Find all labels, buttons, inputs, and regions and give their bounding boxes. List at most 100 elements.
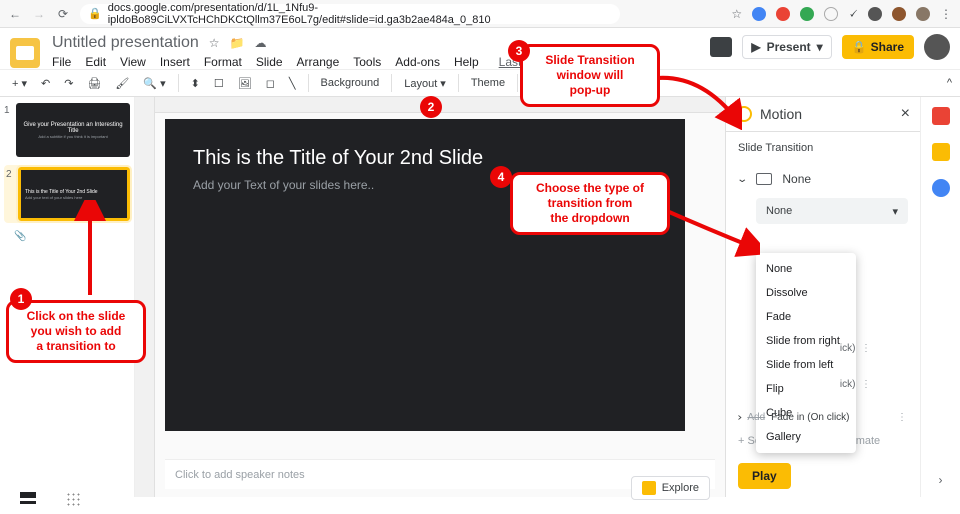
image-tool[interactable]: 🖼 — [234, 75, 256, 92]
ext-5[interactable]: 🗸 — [848, 5, 858, 22]
redo-button[interactable]: ↷ — [60, 75, 77, 92]
select-tool[interactable]: ⬍ — [187, 75, 204, 92]
star-icon[interactable]: ☆ — [731, 7, 742, 21]
kebab-icon[interactable]: ⋮ — [940, 7, 952, 21]
menu-slide[interactable]: Slide — [256, 55, 283, 69]
misc-row-2: ick) ⋮ — [840, 379, 872, 390]
undo-button[interactable]: ↶ — [37, 75, 54, 92]
explore-label: Explore — [662, 482, 699, 494]
close-icon[interactable]: × — [901, 105, 910, 123]
grid-view-icon[interactable] — [66, 492, 82, 506]
chevron-down-icon: ⌄ — [736, 174, 748, 185]
workspace: 1 Give your Presentation an Interesting … — [0, 97, 960, 497]
print-button[interactable]: 🖨 — [83, 75, 105, 92]
menu-insert[interactable]: Insert — [160, 55, 190, 69]
menu-help[interactable]: Help — [454, 55, 479, 69]
background-button[interactable]: Background — [317, 75, 384, 91]
slide-rect-icon — [756, 173, 772, 185]
option-gallery[interactable]: Gallery — [756, 425, 856, 449]
play-button[interactable]: Play — [738, 463, 791, 489]
menu-view[interactable]: View — [120, 55, 146, 69]
rail-tasks-icon[interactable] — [932, 179, 950, 197]
slide-title[interactable]: This is the Title of Your 2nd Slide — [165, 119, 685, 178]
account-avatar[interactable] — [924, 34, 950, 60]
doc-title[interactable]: Untitled presentation — [52, 34, 199, 52]
present-icon: ▶ — [751, 40, 760, 54]
badge-4: 4 — [490, 166, 512, 188]
ext-2[interactable] — [776, 7, 790, 21]
url-bar[interactable]: 🔒 docs.google.com/presentation/d/1L_1Nfu… — [80, 4, 620, 24]
motion-title: Motion — [760, 106, 802, 122]
rail-calendar-icon[interactable] — [932, 107, 950, 125]
slide-canvas[interactable]: This is the Title of Your 2nd Slide Add … — [165, 119, 685, 431]
zoom-button[interactable]: 🔍 ▾ — [139, 75, 169, 92]
option-dissolve[interactable]: Dissolve — [756, 281, 856, 305]
slides-logo[interactable] — [10, 38, 40, 68]
menu-addons[interactable]: Add-ons — [395, 55, 440, 69]
explore-icon — [642, 481, 656, 495]
ext-1[interactable] — [752, 7, 766, 21]
back-icon[interactable]: ← — [8, 7, 22, 21]
option-none[interactable]: None — [756, 257, 856, 281]
ext-7[interactable] — [892, 7, 906, 21]
menu-file[interactable]: File — [52, 55, 71, 69]
explore-button[interactable]: Explore — [631, 476, 710, 500]
ruler-vertical — [135, 97, 155, 497]
doc-header: Untitled presentation ☆ 📁 ☁ File Edit Vi… — [0, 28, 960, 69]
current-transition-row[interactable]: ⌄ None — [726, 164, 920, 194]
menu-arrange[interactable]: Arrange — [297, 55, 340, 69]
ext-avatar[interactable] — [916, 7, 930, 21]
toolbar: + ▾ ↶ ↷ 🖨 🖌 🔍 ▾ ⬍ ☐ 🖼 ◻ ╲ Background Lay… — [0, 69, 960, 97]
fadein-row[interactable]: › Add Fade in (On click) ⋮ — [726, 408, 920, 427]
present-button[interactable]: ▶ Present ▾ — [742, 35, 831, 59]
star-doc-icon[interactable]: ☆ — [209, 36, 220, 50]
reload-icon[interactable]: ⟳ — [56, 7, 70, 21]
toolbar-up-icon[interactable]: ^ — [947, 77, 952, 89]
chevron-right-icon: › — [737, 412, 742, 423]
dropdown-caret-icon: ▾ — [892, 205, 898, 218]
filmstrip-view-icon[interactable] — [20, 492, 36, 504]
theme-button[interactable]: Theme — [467, 75, 509, 91]
menu-tools[interactable]: Tools — [353, 55, 381, 69]
slide-transition-heading: Slide Transition — [726, 132, 920, 164]
dropdown-selected: None — [766, 205, 792, 217]
line-tool[interactable]: ╲ — [285, 75, 300, 92]
callout-3: Slide Transition window will pop-up — [520, 44, 660, 107]
thumb-1[interactable]: 1 Give your Presentation an Interesting … — [4, 103, 130, 157]
current-transition-label: None — [782, 172, 811, 186]
ext-3[interactable] — [800, 7, 814, 21]
menu-edit[interactable]: Edit — [85, 55, 106, 69]
rail-expand-icon[interactable]: › — [939, 473, 943, 487]
share-button[interactable]: 🔒 Share — [842, 35, 914, 59]
add-label: Add — [747, 412, 765, 423]
thumb-2[interactable]: 2 This is the Title of Your 2nd Slide Ad… — [4, 165, 130, 223]
url-text: docs.google.com/presentation/d/1L_1Nfu9-… — [108, 2, 612, 26]
ext-4[interactable] — [824, 7, 838, 21]
comments-icon[interactable] — [710, 37, 732, 57]
shape-tool[interactable]: ◻ — [262, 75, 279, 92]
transition-dropdown[interactable]: None ▾ — [756, 198, 908, 224]
option-slide-left[interactable]: Slide from left — [756, 353, 856, 377]
lock-icon: 🔒 — [88, 7, 102, 20]
option-fade[interactable]: Fade — [756, 305, 856, 329]
badge-1: 1 — [10, 288, 32, 310]
rail-keep-icon[interactable] — [932, 143, 950, 161]
canvas-area: This is the Title of Your 2nd Slide Add … — [135, 97, 725, 497]
callout-1: Click on the slide you wish to add a tra… — [6, 300, 146, 363]
menu-format[interactable]: Format — [204, 55, 242, 69]
browser-chrome: ← → ⟳ 🔒 docs.google.com/presentation/d/1… — [0, 0, 960, 28]
forward-icon[interactable]: → — [32, 7, 46, 21]
present-label: Present — [767, 40, 811, 54]
move-icon[interactable]: 📁 — [230, 36, 245, 50]
misc-row-1: ick) ⋮ — [840, 343, 872, 354]
layout-button[interactable]: Layout ▾ — [400, 75, 450, 92]
cloud-icon[interactable]: ☁ — [254, 36, 266, 50]
motion-panel: Motion × Slide Transition ⌄ None None ▾ … — [725, 97, 920, 497]
badge-2: 2 — [420, 96, 442, 118]
new-slide-button[interactable]: + ▾ — [8, 75, 31, 92]
present-caret-icon: ▾ — [817, 40, 823, 54]
ext-6[interactable] — [868, 7, 882, 21]
textbox-tool[interactable]: ☐ — [210, 75, 228, 92]
attach-icon: 📎 — [14, 231, 130, 242]
paint-format-button[interactable]: 🖌 — [111, 75, 133, 92]
